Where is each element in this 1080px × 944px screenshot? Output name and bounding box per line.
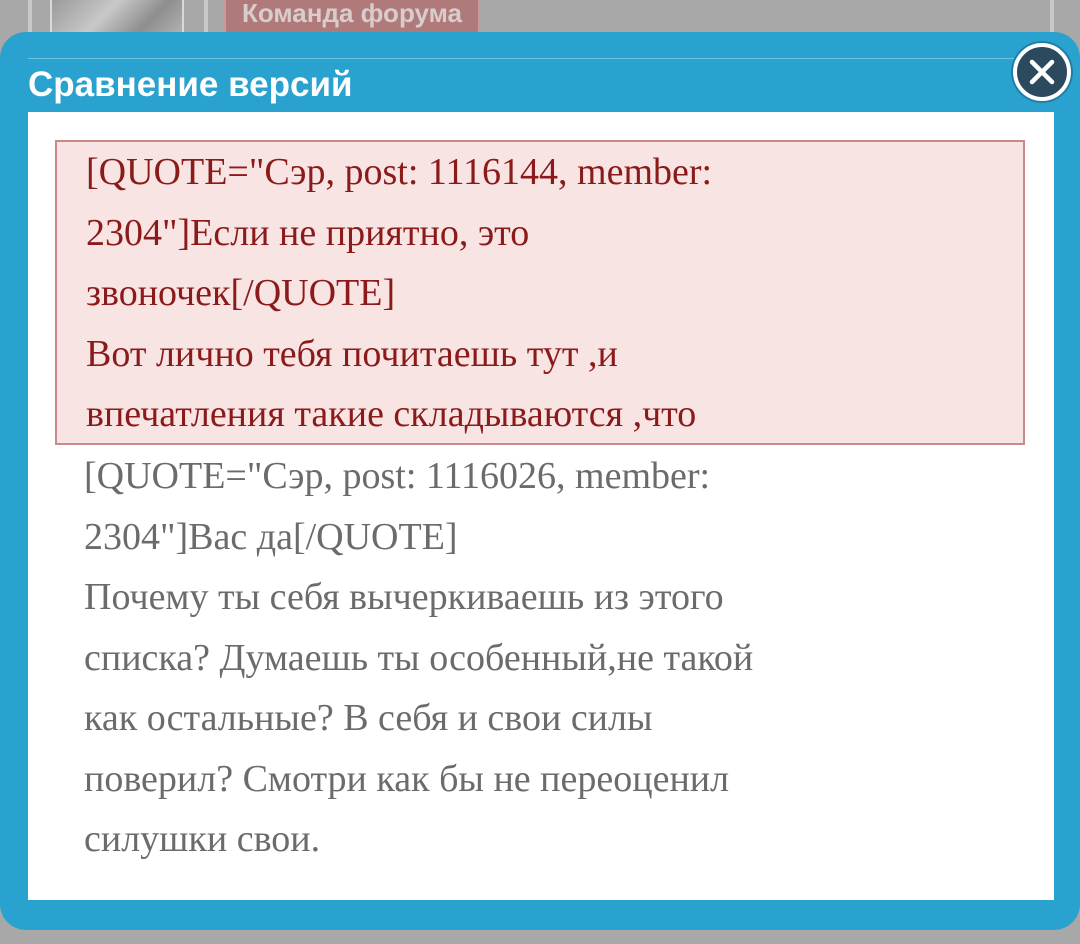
close-icon xyxy=(1029,59,1055,85)
staff-badge: Команда форума xyxy=(224,0,480,34)
close-button[interactable] xyxy=(1013,43,1071,101)
diff-unchanged-text: [QUOTE="Сэр, post: 1116026, member: 2304… xyxy=(84,455,754,860)
dialog-title: Сравнение версий xyxy=(28,65,353,104)
diff-removed-text: [QUOTE="Сэр, post: 1116144, member: 2304… xyxy=(86,151,713,435)
